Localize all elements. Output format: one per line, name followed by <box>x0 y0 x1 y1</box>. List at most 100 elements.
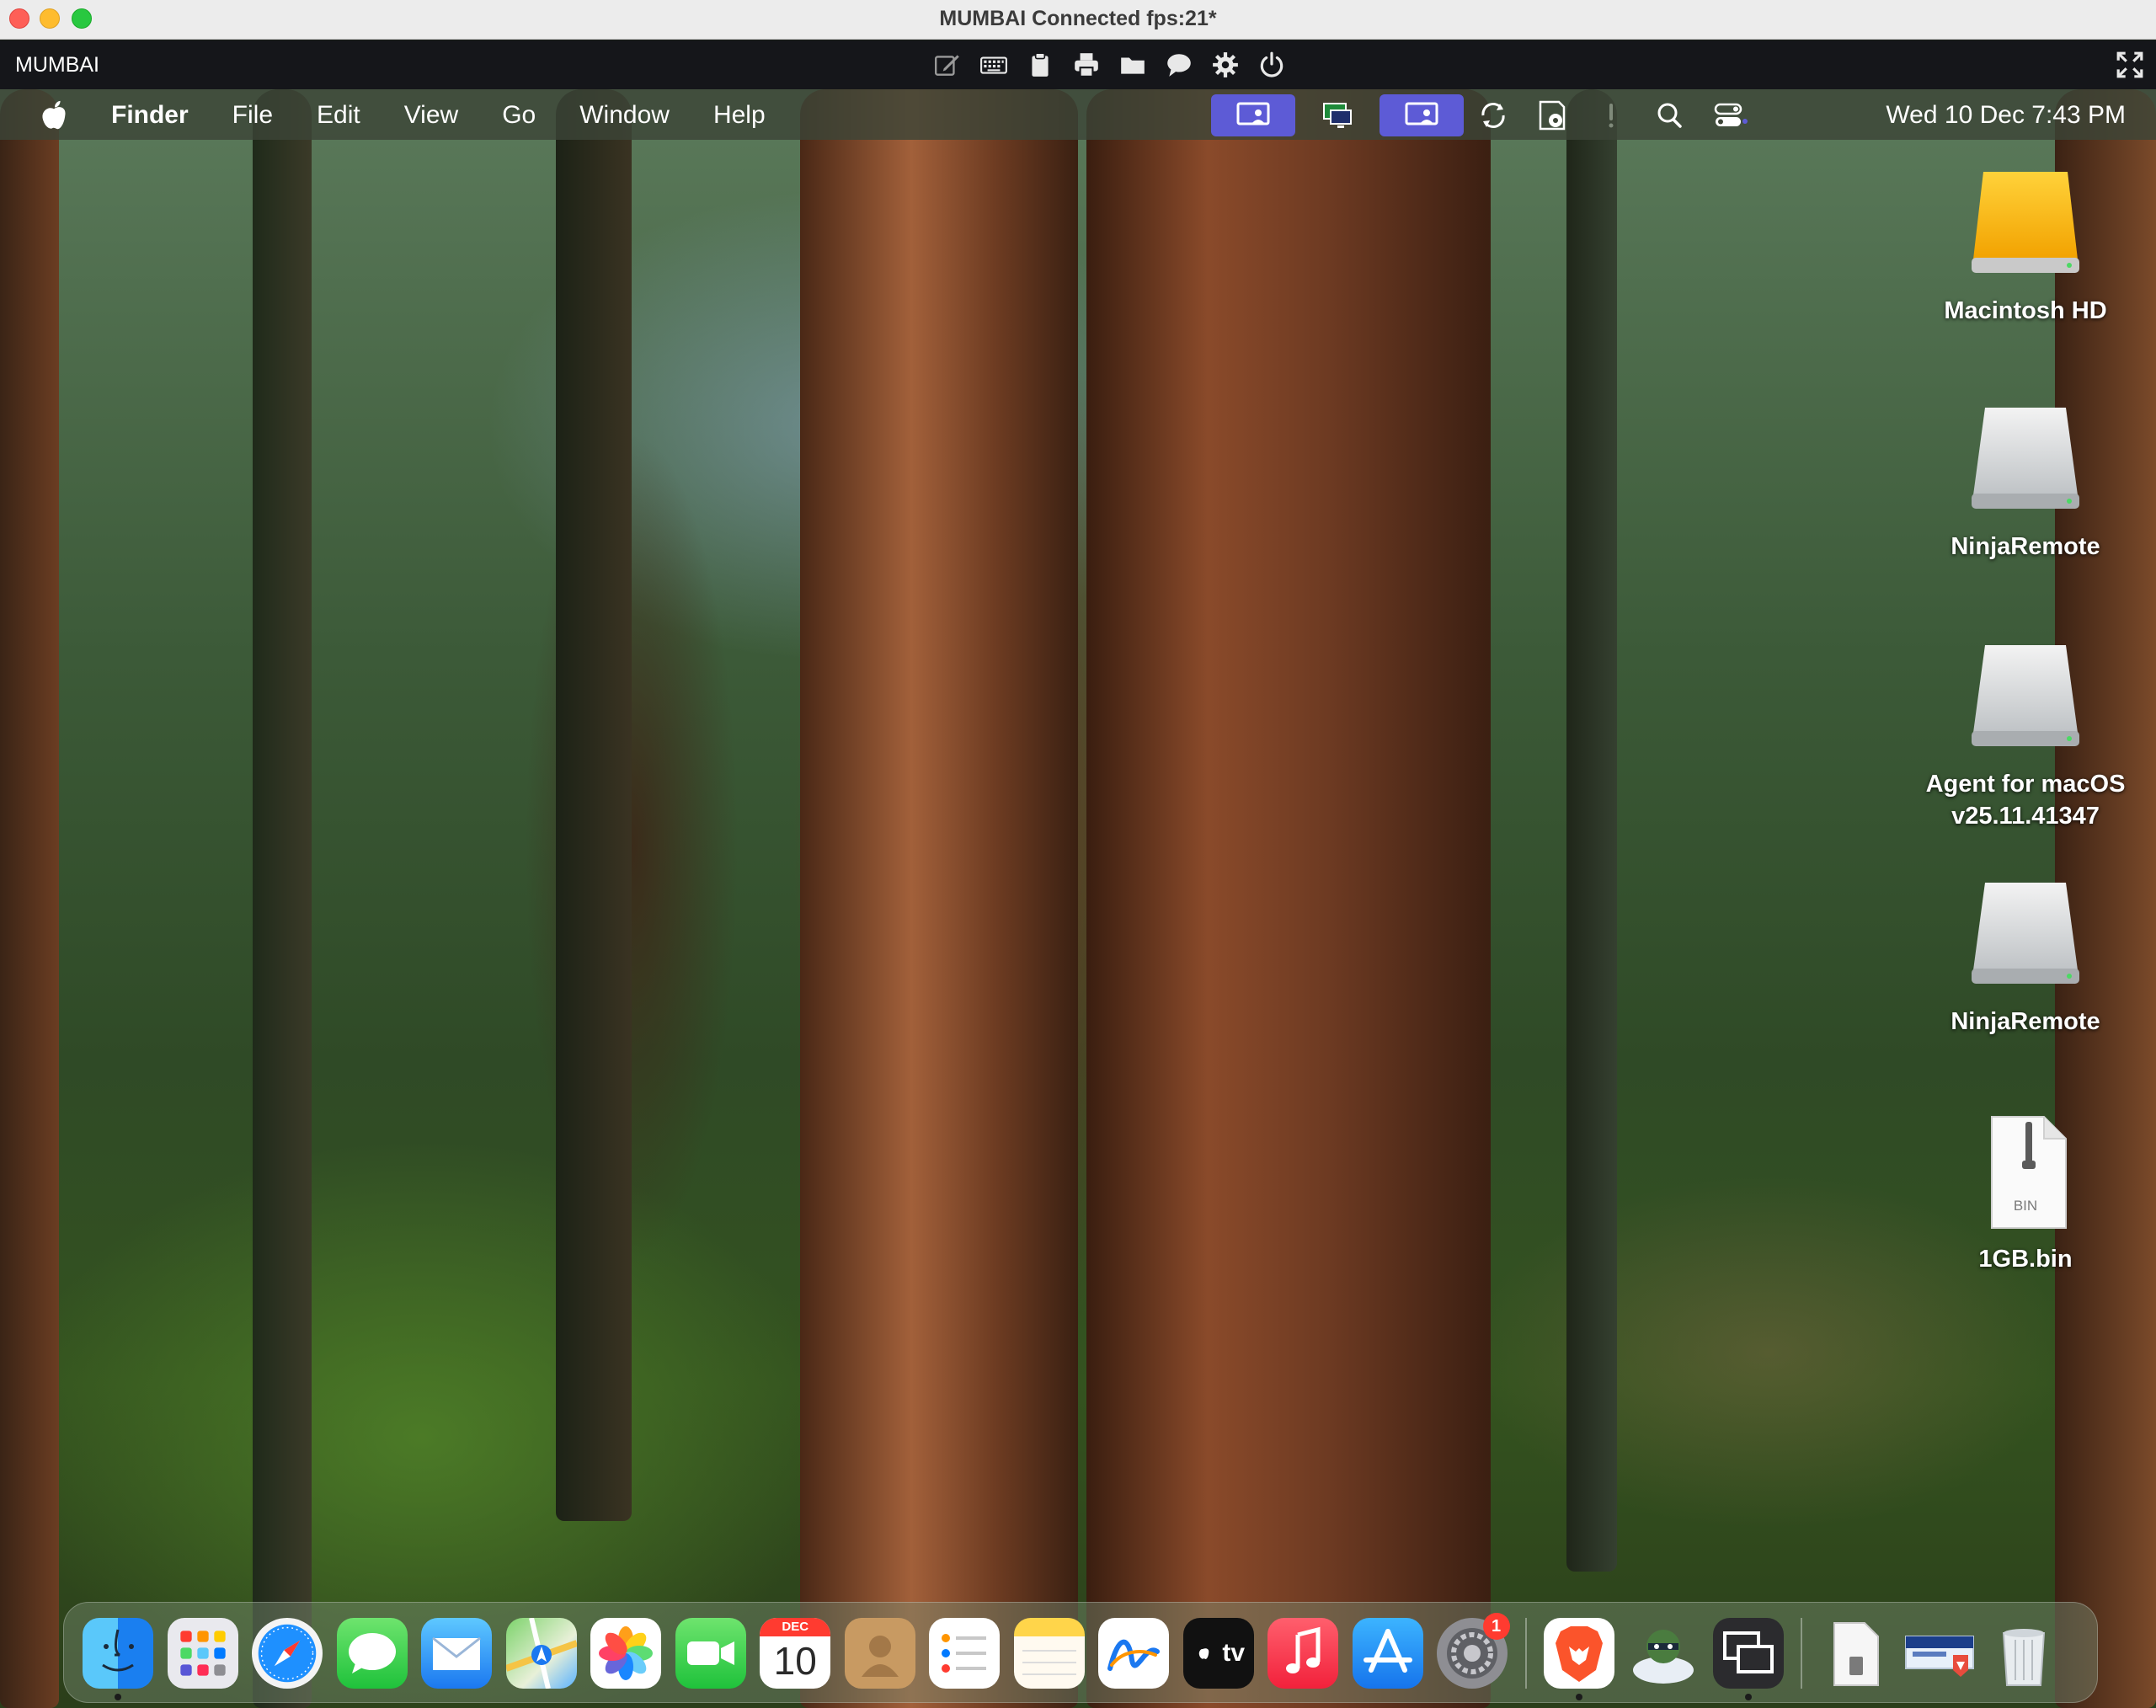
menu-bar-clock[interactable]: Wed 10 Dec 7:43 PM <box>1886 101 2126 130</box>
tree-trunk <box>0 89 59 1708</box>
calendar-month: DEC <box>760 1618 831 1636</box>
apple-menu-icon[interactable] <box>39 99 69 131</box>
apple-tv-icon: tv <box>1182 1618 1254 1689</box>
menu-help[interactable]: Help <box>713 101 766 130</box>
dock-remote-desktop[interactable] <box>1706 1611 1791 1700</box>
dock: DEC 10 tv 1 <box>63 1602 2098 1703</box>
internal-drive-icon <box>1967 165 2084 283</box>
external-drive-icon <box>1967 638 2084 756</box>
menu-window[interactable]: Window <box>579 101 670 130</box>
window-title: MUMBAI Connected fps:21* <box>939 7 1217 30</box>
screen-recording-icon[interactable] <box>1380 94 1464 136</box>
clipboard-icon[interactable] <box>1022 47 1058 83</box>
installer-window-icon <box>1904 1618 1975 1689</box>
dock-launchpad[interactable] <box>161 1611 246 1695</box>
mail-icon <box>421 1618 493 1689</box>
external-drive-icon <box>1967 876 2084 994</box>
dock-apple-tv[interactable]: tv <box>1177 1611 1262 1695</box>
dock-ninjaone-agent[interactable] <box>1621 1611 1706 1695</box>
alert-icon[interactable] <box>1582 94 1641 136</box>
contacts-icon <box>844 1618 915 1689</box>
dock-photos[interactable] <box>584 1611 669 1695</box>
menu-view[interactable]: View <box>404 101 458 130</box>
desktop-icon-agent-for-macos[interactable]: Agent for macOS v25.11.41347 <box>1916 638 2135 832</box>
app-store-icon <box>1352 1618 1423 1689</box>
dock-brave-browser[interactable] <box>1537 1611 1622 1700</box>
desktop-icon-ninjaremote[interactable]: NinjaRemote <box>1916 876 2135 1038</box>
menu-edit[interactable]: Edit <box>317 101 360 130</box>
notification-badge: 1 <box>1482 1613 1510 1640</box>
desktop-icon-label: NinjaRemote <box>1951 533 2100 560</box>
screens-monitor-icon[interactable] <box>1295 94 1380 136</box>
dock-app-store[interactable] <box>1346 1611 1431 1695</box>
dock-trash[interactable] <box>1982 1611 2067 1695</box>
brave-lion-icon <box>1543 1618 1614 1689</box>
desktop-icon-ninjaremote[interactable]: NinjaRemote <box>1916 401 2135 563</box>
dock-separator <box>1524 1618 1527 1689</box>
dock-maps[interactable] <box>499 1611 584 1695</box>
desktop-icon-macintosh-hd[interactable]: Macintosh HD <box>1916 165 2135 327</box>
dock-mail[interactable] <box>414 1611 499 1695</box>
printer-icon[interactable] <box>1069 47 1104 83</box>
notes-icon <box>1013 1618 1085 1689</box>
gear-icon[interactable] <box>1208 47 1243 83</box>
music-note-icon <box>1267 1618 1339 1689</box>
keyboard-icon[interactable] <box>976 47 1011 83</box>
macos-menu-bar: Finder File Edit View Go Window Help Wed… <box>0 89 2156 140</box>
chat-icon[interactable] <box>1161 47 1197 83</box>
power-icon[interactable] <box>1254 47 1289 83</box>
control-center-icon[interactable] <box>1700 94 1758 136</box>
spotlight-search-icon[interactable] <box>1641 94 1700 136</box>
maps-icon <box>505 1618 577 1689</box>
calendar-icon: DEC 10 <box>760 1618 831 1689</box>
tree-trunk <box>1086 89 1491 1708</box>
tree-trunk <box>800 89 1078 1708</box>
status-menu-extras <box>1211 94 1758 136</box>
dock-notes[interactable] <box>1007 1611 1092 1695</box>
dock-installer-window[interactable] <box>1897 1611 1983 1695</box>
running-indicator <box>115 1694 122 1700</box>
folder-icon[interactable] <box>1115 47 1150 83</box>
dock-apps: DEC 10 tv 1 <box>76 1611 2067 1700</box>
dock-messages[interactable] <box>330 1611 415 1695</box>
bin-file-type-text: BIN <box>2013 1198 2038 1214</box>
dock-calendar[interactable]: DEC 10 <box>753 1611 838 1695</box>
dock-safari[interactable] <box>245 1611 330 1695</box>
desktop-icon-1gb-bin[interactable]: BIN 1GB.bin <box>1916 1113 2135 1275</box>
remote-host-label: MUMBAI <box>15 53 99 77</box>
menu-finder[interactable]: Finder <box>111 101 189 130</box>
edit-icon[interactable] <box>930 47 965 83</box>
menu-go[interactable]: Go <box>502 101 536 130</box>
tree-trunk <box>253 89 312 1708</box>
finder-icon <box>83 1618 154 1689</box>
ninja-agent-app-icon <box>1628 1618 1699 1689</box>
dock-facetime[interactable] <box>669 1611 754 1695</box>
window-title-bar: MUMBAI Connected fps:21* <box>0 0 2156 40</box>
dock-finder[interactable] <box>76 1611 161 1700</box>
remote-toolbar-tools <box>930 47 1289 83</box>
dock-downloads-document[interactable] <box>1812 1611 1897 1695</box>
menu-file[interactable]: File <box>232 101 273 130</box>
dock-reminders[interactable] <box>922 1611 1007 1695</box>
dock-contacts[interactable] <box>838 1611 923 1695</box>
apple-tv-text: tv <box>1222 1639 1246 1667</box>
desktop-icon-label: Macintosh HD <box>1944 297 2107 324</box>
desktop-icon-label: 1GB.bin <box>1978 1246 2073 1273</box>
dock-system-settings[interactable]: 1 <box>1430 1611 1515 1695</box>
desktop-wallpaper[interactable]: Macintosh HD NinjaRemote Agent for macOS… <box>0 89 2156 1708</box>
remote-session-window: MUMBAI Connected fps:21* MUMBAI Macintos… <box>0 0 2156 1708</box>
fullscreen-icon[interactable] <box>2116 51 2144 79</box>
remote-toolbar: MUMBAI <box>0 40 2156 89</box>
ninja-agent-icon[interactable] <box>1523 94 1582 136</box>
desktop-icon-label: NinjaRemote <box>1951 1008 2100 1035</box>
sync-icon[interactable] <box>1464 94 1523 136</box>
document-stack-icon <box>1819 1618 1890 1689</box>
dock-separator <box>1801 1618 1802 1689</box>
remote-screen-share-icon[interactable] <box>1211 94 1295 136</box>
external-drive-icon <box>1967 401 2084 519</box>
dock-music[interactable] <box>1261 1611 1346 1695</box>
dock-freeform[interactable] <box>1091 1611 1177 1695</box>
safari-compass-icon <box>252 1618 323 1689</box>
bin-file-icon: BIN <box>1967 1113 2084 1231</box>
calendar-day: 10 <box>773 1639 817 1683</box>
